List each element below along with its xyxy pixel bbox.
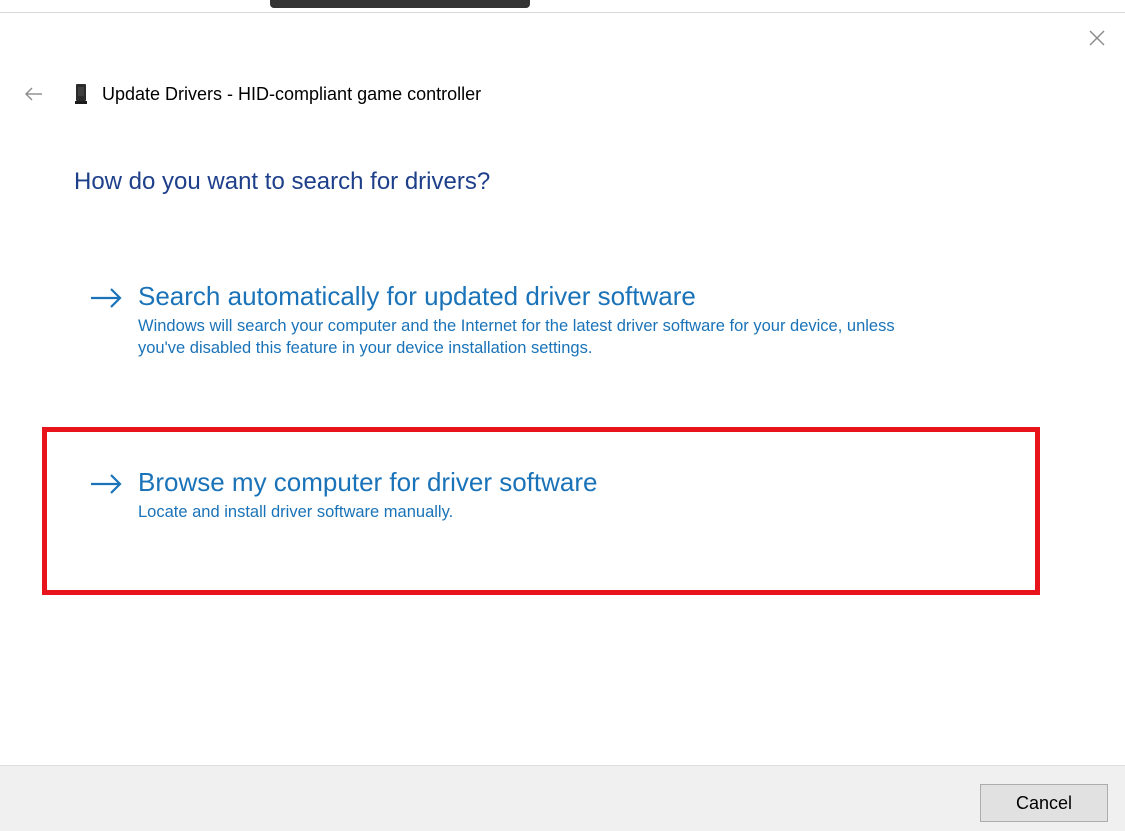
close-icon [1089,30,1105,46]
option-title: Browse my computer for driver software [138,467,598,497]
search-automatically-option[interactable]: Search automatically for updated driver … [88,280,928,359]
back-button[interactable] [22,82,46,106]
option-description: Windows will search your computer and th… [138,317,895,357]
header-row: Update Drivers - HID-compliant game cont… [22,80,481,108]
top-edge-strip [0,0,1125,13]
close-button[interactable] [1083,24,1111,52]
option-texts: Search automatically for updated driver … [138,280,928,359]
browse-my-computer-option[interactable]: Browse my computer for driver software L… [88,466,928,523]
right-arrow-icon [91,474,122,494]
back-arrow-icon [25,87,42,101]
page-question: How do you want to search for drivers? [74,168,491,195]
game-controller-device-icon [75,84,87,104]
cropped-heading-fragment [270,0,530,8]
option-description: Locate and install driver software manua… [138,503,454,521]
option-texts: Browse my computer for driver software L… [138,466,928,523]
dialog-footer: Cancel [0,765,1125,831]
update-drivers-window: Update Drivers - HID-compliant game cont… [0,0,1125,831]
right-arrow-icon [91,288,122,308]
cancel-button[interactable]: Cancel [980,784,1108,822]
option-title: Search automatically for updated driver … [138,281,696,311]
window-title: Update Drivers - HID-compliant game cont… [102,83,482,104]
